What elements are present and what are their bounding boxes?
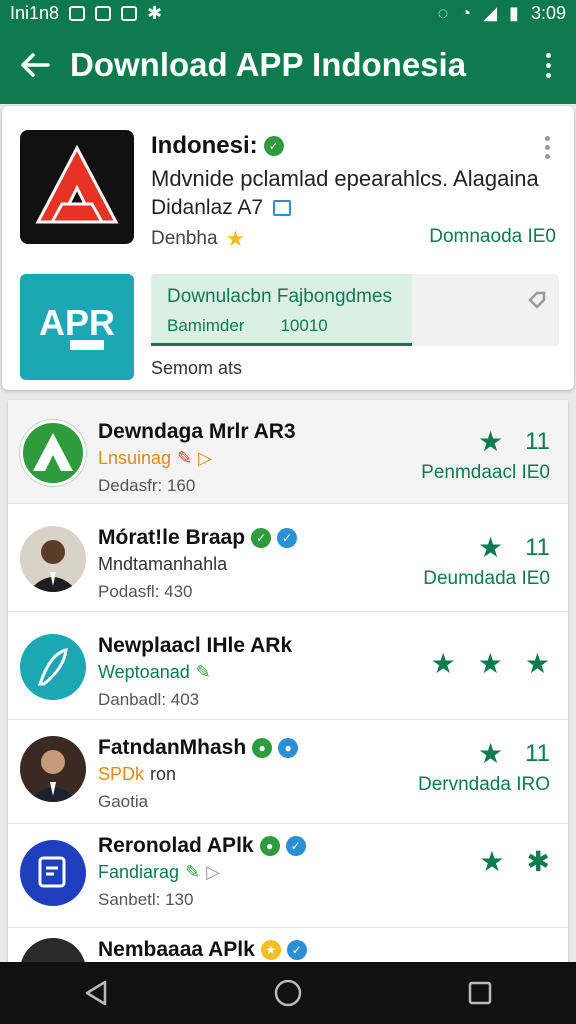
home-nav-icon[interactable] (258, 968, 318, 1018)
user-avatar (20, 526, 86, 592)
apk-logo-icon: APR (20, 274, 134, 380)
leaf-icon: ✎ (195, 662, 211, 682)
message-icon (95, 5, 112, 21)
overflow-menu-icon[interactable] (520, 26, 576, 104)
user-avatar (20, 736, 86, 802)
card-menu-icon[interactable] (545, 136, 550, 159)
carrier-label: Ini1n8 (10, 2, 60, 23)
alarm-icon: ◌ (437, 2, 449, 23)
check-badge-icon: ✓ (277, 528, 298, 548)
app-name: Reronolad APlk ● ✓ (98, 834, 306, 858)
app-stats: ★ 11 Deumdada IE0 (423, 534, 550, 590)
page-title: Download APP Indonesia (70, 46, 467, 83)
app-meta: Dedasfr: 160 (98, 476, 196, 495)
tag-icon: ▷ (206, 862, 220, 882)
back-nav-icon[interactable] (66, 968, 126, 1018)
app-stats: ★ 11 Dervndada IRO (418, 740, 550, 796)
star-icon: ★ (477, 532, 504, 563)
navigation-bar (0, 962, 576, 1024)
featured-developer: Denbha ★ (151, 226, 246, 251)
settings-icon: ✱ (147, 2, 163, 23)
app-stats: ★ 11 Penmdaacl IE0 (421, 428, 550, 484)
star-icon: ★ (477, 426, 504, 457)
download-count: Deumdada IE0 (423, 568, 550, 589)
app-meta: Danbadl: 403 (98, 690, 200, 709)
list-item[interactable]: Nembaaaa APlk ★ ✓ (8, 928, 568, 962)
verified-icon: ● (252, 738, 273, 758)
featured-downloads: Domnaoda IE0 (429, 226, 556, 247)
svg-text:APR: APR (39, 302, 115, 343)
app-meta: Sanbetl: 130 (98, 890, 194, 909)
star-icon: ★ (430, 648, 456, 679)
download-count: Dervndada IRO (417, 774, 550, 795)
progress-bar (151, 343, 413, 346)
star-icon: ★ (477, 648, 503, 679)
app-bar: Download APP Indonesia (0, 26, 576, 104)
check-badge-icon: ● (278, 738, 299, 758)
battery-icon: ▮ (509, 2, 519, 23)
half-star-icon: ✱ (526, 846, 550, 877)
app-subtitle: SPDk ron (98, 764, 177, 784)
app-subtitle: Weptoanad ✎ (98, 662, 211, 682)
list-item[interactable]: Reronolad APlk ● ✓ Fandiarag ✎ ▷ Sanbetl… (8, 824, 568, 928)
list-item[interactable]: Newplaacl IHle ARk Weptoanad ✎ Danbadl: … (8, 616, 568, 720)
star-icon: ★ (524, 648, 550, 679)
check-badge-icon: ✓ (286, 940, 307, 960)
back-arrow-icon[interactable] (0, 26, 70, 104)
rating-stars: ★ ★ ★ (431, 650, 550, 678)
recents-nav-icon[interactable] (450, 968, 510, 1018)
wifi-icon: ◔ (460, 2, 472, 23)
crown-icon: ★ (260, 940, 281, 960)
rating-value: 11 (525, 534, 550, 561)
user-avatar (20, 938, 86, 962)
shield-icon (121, 5, 138, 21)
star-icon: ★ (479, 846, 505, 877)
verified-icon: ✓ (263, 136, 284, 156)
app-subtitle: Mndtamanhahla (98, 554, 228, 574)
tag-icon: ▷ (198, 448, 213, 468)
download-title: Downulacbn Fajbongdmes (167, 286, 392, 307)
rating-value: 11 (525, 428, 550, 455)
featured-footer: Semom ats (151, 358, 243, 378)
app-name: Dewndaga Mrlr AR3 (98, 420, 296, 443)
pin-icon: ✎ (177, 448, 193, 468)
app-name: Mórat!le Braap ✓ ✓ (98, 526, 298, 550)
featured-description: Mdvnide pclamlad epearahlcs. Alagaina (151, 166, 539, 191)
mail-icon (273, 200, 292, 216)
blue-document-logo-icon (20, 840, 86, 906)
app-subtitle: Fandiarag ✎ ▷ (98, 862, 220, 882)
list-item[interactable]: Dewndaga Mrlr AR3 Lnsuinag ✎ ▷ Dedasfr: … (8, 400, 568, 504)
teal-feather-logo-icon (20, 634, 86, 700)
rating-stars: ★ ✱ (479, 848, 550, 876)
app-meta: Gaotia (98, 792, 149, 811)
verified-icon: ● (259, 836, 280, 856)
clock: 3:09 (530, 2, 566, 23)
tag-icon[interactable] (527, 290, 547, 315)
featured-card[interactable]: Indonesi: ✓ Mdvnide pclamlad epearahlcs.… (2, 106, 574, 390)
featured-app-name: Indonesi: ✓ (151, 132, 284, 160)
rating-value: 11 (525, 740, 550, 767)
featured-description-2: Didanlaz A7 (151, 196, 292, 220)
leaf-icon: ✎ (185, 862, 201, 882)
app-name: Newplaacl IHle ARk (98, 634, 293, 657)
app-meta: Podasfl: 430 (98, 582, 193, 601)
list-item[interactable]: FatndanMhash ● ● SPDk ron Gaotia ★ 11 Der… (8, 720, 568, 824)
download-progress[interactable]: Downulacbn Fajbongdmes Bamimder 10010 (151, 274, 559, 346)
app-name: Nembaaaa APlk ★ ✓ (98, 938, 307, 962)
app-subtitle: Lnsuinag ✎ ▷ (98, 448, 213, 468)
status-bar: Ini1n8 ✱ ◌ ◔ ◢ ▮ 3:09 (0, 0, 576, 26)
notification-icon (69, 5, 86, 21)
app-list: Dewndaga Mrlr AR3 Lnsuinag ✎ ▷ Dedasfr: … (8, 400, 568, 962)
green-a-logo-icon (20, 420, 86, 486)
app-name: FatndanMhash ● ● (98, 736, 299, 760)
star-icon: ★ (225, 226, 246, 251)
list-item[interactable]: Mórat!le Braap ✓ ✓ Mndtamanhahla Podasfl… (8, 508, 568, 612)
red-a-logo-icon (20, 130, 134, 244)
star-icon: ★ (477, 738, 504, 769)
download-count: Penmdaacl IE0 (421, 462, 550, 483)
check-badge-icon: ✓ (285, 836, 306, 856)
signal-icon: ◢ (483, 2, 498, 23)
download-status: Bamimder 10010 (167, 316, 328, 335)
verified-icon: ✓ (251, 528, 272, 548)
